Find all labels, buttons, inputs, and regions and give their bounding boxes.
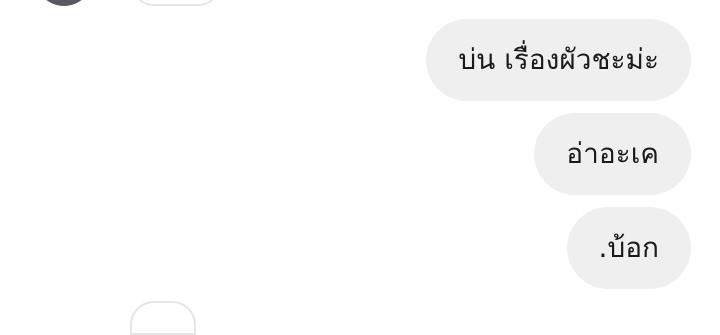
message-bubble[interactable]: อ่าอะเค: [534, 113, 691, 195]
message-text: อ่าอะเค: [566, 137, 659, 170]
avatar[interactable]: [35, 0, 93, 6]
reaction-pill[interactable]: [130, 0, 222, 6]
message-text: .บ้อก: [598, 231, 659, 264]
reaction-pill[interactable]: [130, 301, 196, 335]
message-bubble[interactable]: .บ้อก: [566, 207, 691, 289]
message-text: บ่น เรื่องผัวชะม่ะ: [458, 43, 659, 76]
message-bubble[interactable]: บ่น เรื่องผัวชะม่ะ: [426, 19, 691, 101]
